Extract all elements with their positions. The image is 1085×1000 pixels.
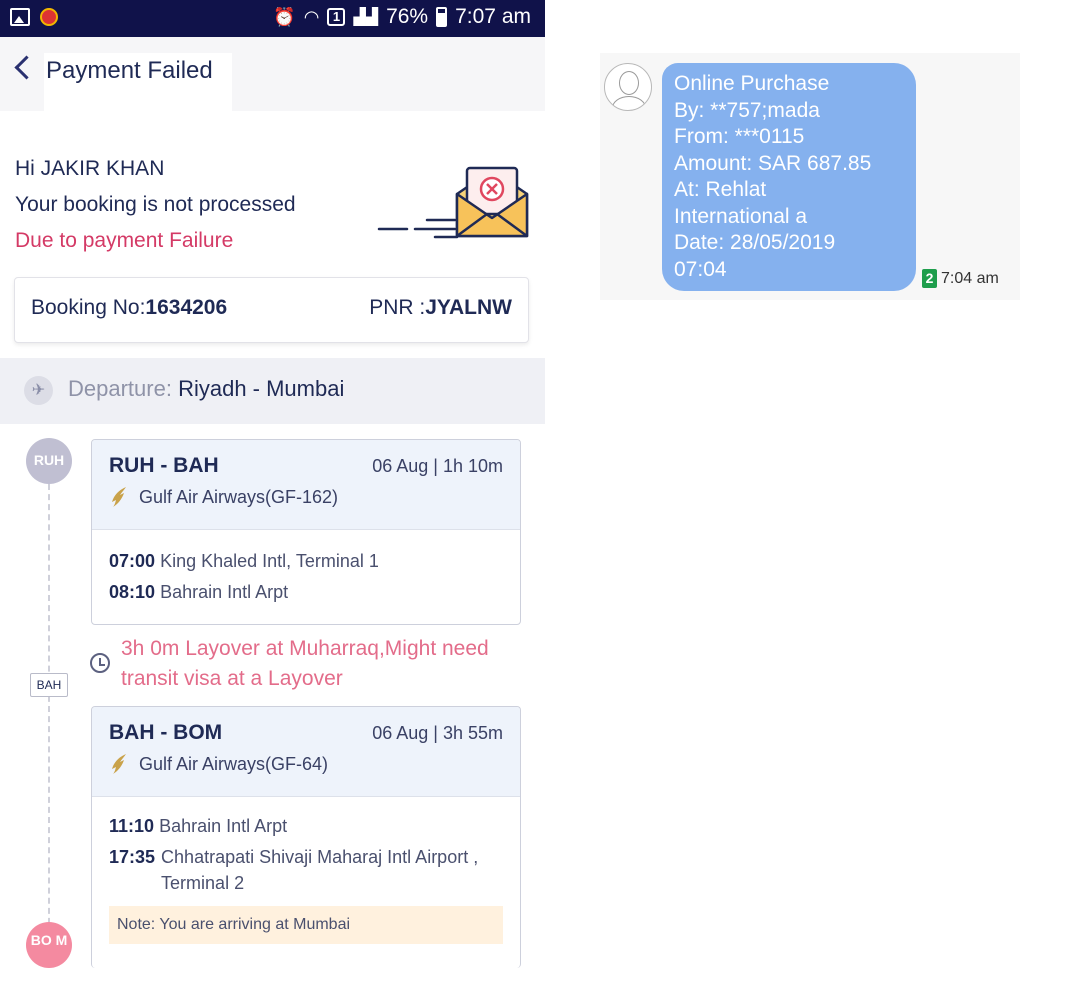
gallery-notification-icon (10, 8, 30, 26)
page-title: Payment Failed (44, 53, 232, 111)
departure-time-row: 07:00 King Khaled Intl, Terminal 1 (109, 551, 379, 571)
sms-line: 07:04 (674, 257, 727, 281)
leg-date-duration: 06 Aug | 3h 55m (372, 723, 503, 743)
leg-details: 07:00 King Khaled Intl, Terminal 1 08:10… (92, 530, 520, 624)
clock-icon (90, 653, 110, 673)
alarm-icon: ⏰ (273, 6, 296, 27)
leg-header: RUH - BAH 06 Aug | 1h 10m Gulf Air Airwa… (92, 440, 520, 530)
sim-icon: 1 (327, 8, 346, 26)
contact-avatar[interactable] (604, 63, 652, 111)
stopover-tag: BAH (30, 673, 68, 697)
sms-line: By: **757;mada (674, 98, 820, 122)
greeting-name: Hi JAKIR KHAN (15, 157, 165, 180)
booking-number: Booking No:1634206 (31, 296, 228, 319)
leg-route: BAH - BOM (109, 721, 223, 744)
departure-header: ✈ Departure: Riyadh - Mumbai (0, 358, 545, 424)
departure-route: Departure: Riyadh - Mumbai (68, 376, 345, 401)
leg-airline: Gulf Air Airways(GF-64) (109, 753, 328, 775)
back-arrow-icon[interactable] (8, 49, 44, 89)
sms-line: Date: 28/05/2019 (674, 231, 836, 254)
pnr-code: PNR :JYALNW (369, 296, 512, 319)
leg-airline: Gulf Air Airways(GF-162) (109, 486, 338, 508)
sms-message-panel: Online Purchase By: **757;mada From: ***… (600, 53, 1020, 300)
layover-text: 3h 0m Layover at Muharraq,Might need tra… (121, 637, 489, 690)
sms-bubble[interactable]: Online Purchase By: **757;mada From: ***… (662, 63, 916, 291)
arrival-time-row: 17:35 Chhatrapati Shivaji Maharaj Intl Ai… (109, 847, 479, 893)
status-time: 7:07 am (455, 5, 531, 28)
failure-reason: Due to payment Failure (15, 229, 234, 252)
sms-line: Online Purchase (674, 72, 830, 95)
flight-leg-card: BAH - BOM 06 Aug | 3h 55m Gulf Air Airwa… (91, 706, 521, 968)
gulf-air-falcon-icon (112, 487, 126, 507)
leg-header: BAH - BOM 06 Aug | 3h 55m Gulf Air Airwa… (92, 707, 520, 797)
signal-icon: ▟▟ (353, 9, 379, 26)
gulf-air-falcon-icon (112, 754, 126, 774)
sms-time: 7:04 am (941, 269, 999, 287)
arrival-note: Note: You are arriving at Mumbai (109, 906, 503, 944)
itinerary-timeline-line (48, 484, 50, 934)
failed-mail-icon (377, 166, 529, 239)
sms-line: From: ***0115 (674, 125, 805, 148)
battery-percent: 76% (386, 5, 429, 28)
sim-badge: 2 (922, 269, 937, 288)
sms-line: Amount: SAR 687.85 (674, 151, 872, 175)
app-notification-icon (40, 8, 58, 26)
destination-node: BO M (26, 922, 72, 968)
sms-line: International a (674, 204, 808, 228)
arrival-time-row: 08:10 Bahrain Intl Arpt (109, 582, 289, 602)
leg-route: RUH - BAH (109, 454, 219, 477)
leg-date-duration: 06 Aug | 1h 10m (372, 456, 503, 476)
top-app-bar: Payment Failed (0, 37, 545, 111)
sms-line: At: Rehlat (674, 178, 767, 201)
wifi-icon: ◠ (303, 6, 320, 27)
status-bar: ⏰ ◠ 1 ▟▟ 76% 7:07 am (0, 0, 545, 37)
greeting-message: Your booking is not processed (15, 193, 296, 216)
booking-summary-card: Booking No:1634206 PNR :JYALNW (14, 277, 529, 343)
greeting-block: Hi JAKIR KHAN Your booking is not proces… (15, 151, 296, 259)
origin-node: RUH (26, 438, 72, 484)
sms-meta: 2 7:04 am (922, 269, 999, 288)
leg-details: 11:10 Bahrain Intl Arpt 17:35 Chhatrapati… (92, 797, 520, 960)
booking-screen: ⏰ ◠ 1 ▟▟ 76% 7:07 am Payment Failed Hi J… (0, 0, 545, 1000)
airplane-icon: ✈ (24, 376, 53, 405)
flight-leg-card: RUH - BAH 06 Aug | 1h 10m Gulf Air Airwa… (91, 439, 521, 625)
departure-time-row: 11:10 Bahrain Intl Arpt (109, 816, 288, 836)
battery-icon (436, 7, 448, 27)
